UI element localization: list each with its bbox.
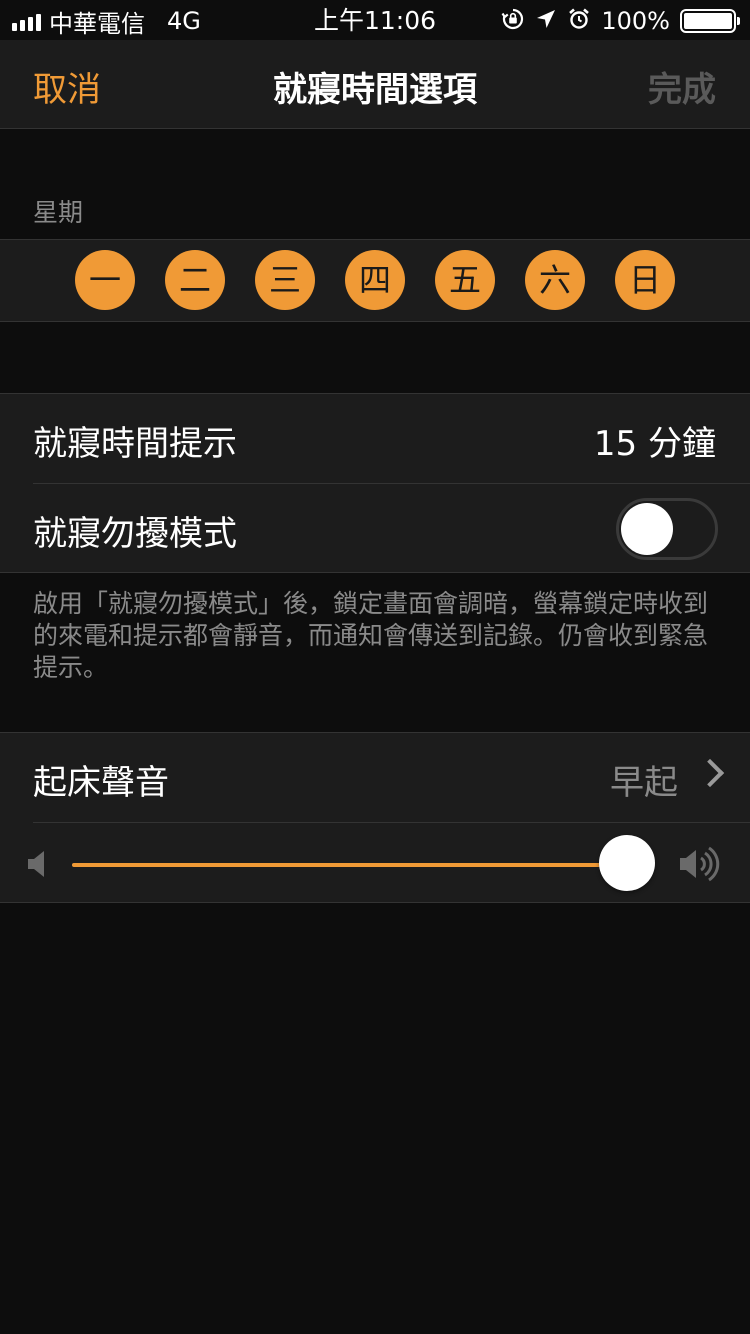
cancel-button[interactable]: 取消 [33, 62, 101, 111]
nav-bar: 取消 就寢時間選項 完成 [0, 40, 750, 129]
bedtime-options-group: 就寢時間提示 15 分鐘 就寢勿擾模式 [0, 393, 750, 573]
dnd-footnote: 啟用「就寢勿擾模式」後，鎖定畫面會調暗，螢幕鎖定時收到的來電和提示都會靜音，而通… [33, 589, 709, 682]
volume-slider-thumb[interactable] [599, 835, 655, 891]
volume-row [0, 823, 750, 903]
chevron-right-icon [695, 758, 725, 788]
volume-high-icon [678, 845, 722, 887]
day-toggle-sun[interactable]: 日 [615, 250, 675, 310]
day-toggle-sat[interactable]: 六 [525, 250, 585, 310]
battery-icon [680, 9, 740, 33]
wake-sound-group: 起床聲音 早起 [0, 732, 750, 903]
days-selector: 一 二 三 四 五 六 日 [0, 239, 750, 322]
done-button[interactable]: 完成 [648, 62, 716, 111]
location-arrow-icon [535, 8, 557, 34]
dnd-toggle[interactable] [616, 498, 718, 560]
rotation-lock-icon [501, 7, 525, 35]
day-toggle-mon[interactable]: 一 [75, 250, 135, 310]
days-section-label: 星期 [33, 198, 84, 227]
bedtime-reminder-label: 就寢時間提示 [33, 424, 237, 464]
page-title: 就寢時間選項 [273, 70, 477, 110]
dnd-toggle-knob [621, 503, 673, 555]
dnd-row: 就寢勿擾模式 [0, 484, 750, 573]
screen: 中華電信 4G 上午11:06 100% 取消 就寢時間選項 完成 星期 一 二… [0, 0, 750, 1334]
day-toggle-fri[interactable]: 五 [435, 250, 495, 310]
day-toggle-thu[interactable]: 四 [345, 250, 405, 310]
volume-low-icon [26, 849, 48, 883]
dnd-label: 就寢勿擾模式 [33, 514, 237, 554]
status-bar-right: 100% [501, 4, 740, 38]
volume-slider-track[interactable] [72, 863, 627, 867]
wake-sound-value: 早起 [610, 763, 678, 803]
bedtime-reminder-row[interactable]: 就寢時間提示 15 分鐘 [0, 394, 750, 483]
status-bar: 中華電信 4G 上午11:06 100% [0, 0, 750, 40]
wake-sound-label: 起床聲音 [33, 763, 169, 803]
battery-percent: 100% [601, 7, 670, 35]
bedtime-reminder-value: 15 分鐘 [593, 424, 716, 464]
day-toggle-wed[interactable]: 三 [255, 250, 315, 310]
day-toggle-tue[interactable]: 二 [165, 250, 225, 310]
wake-sound-row[interactable]: 起床聲音 早起 [0, 733, 750, 822]
alarm-icon [567, 7, 591, 35]
